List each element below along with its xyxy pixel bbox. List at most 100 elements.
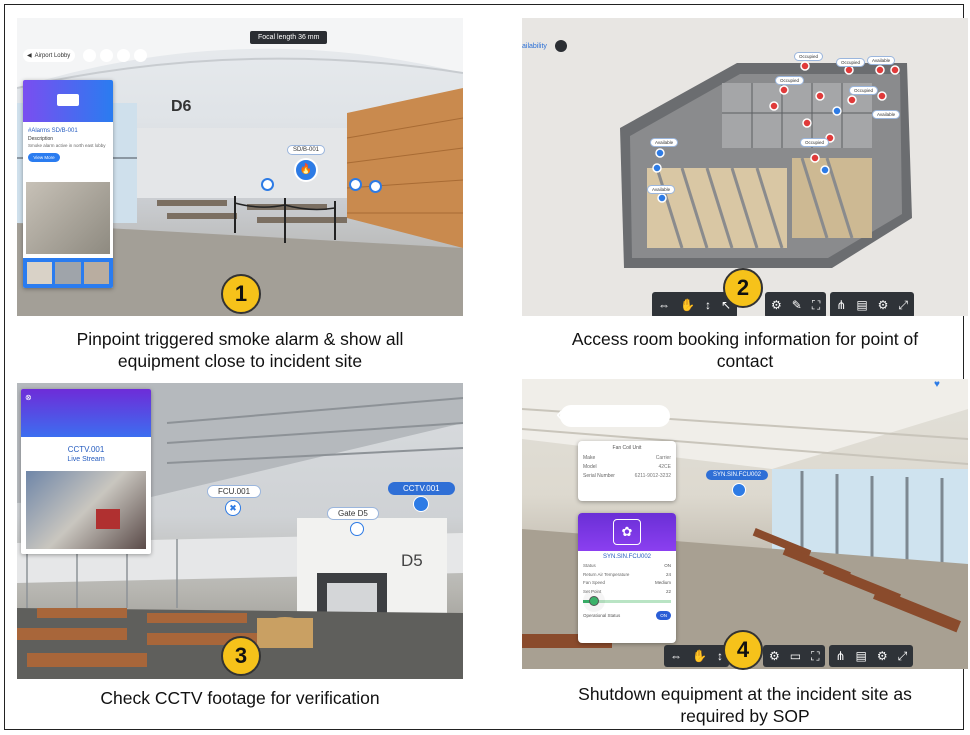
room-tag[interactable]: Available bbox=[872, 110, 901, 119]
caption-2: Access room booking information for poin… bbox=[571, 329, 919, 371]
info-row: Set Point 22 bbox=[583, 588, 671, 597]
properties-icon[interactable]: ▤ bbox=[856, 649, 867, 663]
view-toggle-buttons[interactable] bbox=[83, 49, 147, 62]
location-pin-icon[interactable] bbox=[350, 522, 364, 536]
panel-1-screenshot: ◀ Airport Lobby Focal length 36 mm D6 SD… bbox=[17, 18, 463, 316]
info-value: Carrier bbox=[655, 455, 671, 461]
room-tag[interactable]: Available bbox=[867, 56, 896, 65]
info-row: Make Carrier bbox=[583, 454, 671, 463]
info-value: ON bbox=[664, 563, 671, 568]
camera-icon[interactable] bbox=[413, 496, 429, 512]
back-button[interactable]: ‹ bbox=[556, 401, 670, 427]
fan-icon[interactable]: ✖ bbox=[225, 500, 241, 516]
section-icon[interactable]: ⛶ bbox=[812, 298, 820, 313]
move-icon[interactable]: ↕ bbox=[705, 298, 711, 312]
room-tag[interactable]: Occupied bbox=[800, 138, 830, 147]
info-key: Model bbox=[583, 464, 597, 470]
step-badge-2: 2 bbox=[723, 268, 763, 308]
info-value: 6211-9012-3232 bbox=[634, 473, 671, 479]
fan-coil-unit-card: Fan Coil Unit Make Carrier Model 42CE Serial… bbox=[578, 441, 676, 501]
slider-handle[interactable] bbox=[589, 596, 599, 606]
power-toggle[interactable]: ON bbox=[656, 611, 671, 620]
rotate-icon[interactable] bbox=[117, 49, 130, 62]
operational-status-label: Operational Status bbox=[583, 613, 621, 618]
pin-icon[interactable] bbox=[100, 49, 113, 62]
info-key: Make bbox=[583, 455, 596, 461]
measure-icon[interactable]: ✎ bbox=[792, 298, 802, 312]
live-stream-video bbox=[26, 471, 146, 549]
step-badge-3: 3 bbox=[221, 636, 261, 676]
panel-4-screenshot: ‹ ♥ Fan Coil Unit Make Carrier Model 42CE Se… bbox=[522, 379, 968, 669]
fcu-pin-tag[interactable]: SYN.SIN.FCU002 bbox=[706, 470, 769, 480]
cctv-tag[interactable]: CCTV.001 bbox=[388, 482, 455, 495]
fcu-control-card: ✿ SYN.SIN.FCU002 Status ON Return Air Temp… bbox=[578, 513, 676, 643]
room-tag[interactable]: Occupied bbox=[794, 52, 824, 61]
thumbnail[interactable] bbox=[55, 262, 81, 284]
room-tag[interactable]: Occupied bbox=[849, 86, 879, 95]
room-tag[interactable]: Available bbox=[647, 185, 676, 194]
explode-icon[interactable]: ⚙ bbox=[771, 298, 782, 312]
info-row: Model 42CE bbox=[583, 463, 671, 472]
fire-icon: 🔥 bbox=[294, 158, 318, 182]
fan-speed-slider[interactable] bbox=[583, 596, 671, 606]
gate-tag[interactable]: Gate D5 bbox=[327, 507, 379, 520]
pan-icon[interactable]: ✋ bbox=[680, 298, 695, 312]
info-row: Serial Number 6211-9012-3232 bbox=[583, 472, 671, 481]
card-title: #Alarms SD/B-001 bbox=[28, 128, 78, 134]
close-icon[interactable]: ⊗ bbox=[25, 393, 32, 402]
thumbnail-strip bbox=[23, 258, 113, 288]
settings-icon[interactable]: ⚙ bbox=[878, 298, 889, 312]
viewer-toolbar: ⇔ ✋ ↕ ⚙ ▭ ⛶ ⋔ ▤ ⚙ ⤢ bbox=[664, 645, 914, 667]
orbit-icon[interactable]: ⇔ bbox=[670, 649, 682, 663]
settings-icon[interactable]: ⚙ bbox=[877, 649, 888, 663]
step-badge-1: 1 bbox=[221, 274, 261, 314]
caption-3: Check CCTV footage for verification bbox=[100, 688, 380, 708]
room-tag[interactable]: Occupied bbox=[775, 76, 805, 85]
info-value: 42CE bbox=[658, 464, 671, 470]
orbit-icon[interactable]: ⇔ bbox=[658, 298, 670, 312]
alarm-detail-card: #Alarms SD/B-001 Description Smoke alarm… bbox=[23, 80, 113, 288]
equipment-pin[interactable] bbox=[261, 178, 274, 191]
fcu-tag[interactable]: FCU.001 bbox=[207, 485, 262, 498]
fullscreen-icon[interactable]: ⤢ bbox=[898, 649, 908, 664]
gate-sign: D5 bbox=[401, 551, 423, 570]
equipment-pin[interactable] bbox=[369, 180, 382, 193]
layers-icon[interactable] bbox=[83, 49, 96, 62]
panel-3-screenshot: D5 FCU.001 ✖ Gate D5 CCTV.001 ⊗ CCTV.001… bbox=[17, 383, 463, 679]
info-key: Status bbox=[583, 563, 596, 568]
fullscreen-icon[interactable]: ⤢ bbox=[898, 298, 908, 313]
settings-icon[interactable] bbox=[134, 49, 147, 62]
thumbnail[interactable] bbox=[27, 262, 53, 284]
smoke-detector-icon bbox=[57, 94, 79, 106]
info-key: Set Point bbox=[583, 588, 602, 594]
back-button[interactable]: ◀ Airport Lobby bbox=[23, 49, 75, 62]
info-key: Fan Speed bbox=[583, 580, 606, 585]
view-more-button[interactable]: View More bbox=[28, 153, 60, 162]
info-row: Return Air Temperature 24 bbox=[583, 571, 671, 580]
step-badge-4: 4 bbox=[723, 630, 763, 670]
focal-length-readout: Focal length 36 mm bbox=[250, 31, 328, 44]
camera-preview bbox=[26, 182, 110, 254]
fcu-pin-icon[interactable] bbox=[732, 483, 746, 497]
equipment-pin[interactable] bbox=[349, 178, 362, 191]
section-icon[interactable]: ▭ bbox=[790, 649, 801, 663]
fan-icon: ✿ bbox=[613, 519, 641, 545]
favorite-icon[interactable]: ♥ bbox=[934, 379, 940, 390]
room-tag[interactable]: Occupied bbox=[836, 58, 866, 67]
info-row: Status ON bbox=[583, 562, 671, 571]
smoke-alarm-pin[interactable]: SD/B-001 🔥 bbox=[287, 145, 326, 182]
cctv-stream-card: ⊗ CCTV.001 Live Stream bbox=[21, 389, 151, 554]
properties-icon[interactable]: ▤ bbox=[856, 298, 867, 312]
explode-icon[interactable]: ⚙ bbox=[769, 649, 780, 663]
back-arrow-icon: ◀ bbox=[27, 53, 32, 59]
room-tag[interactable]: Available bbox=[650, 138, 679, 147]
info-key: Return Air Temperature bbox=[583, 571, 630, 577]
pan-icon[interactable]: ✋ bbox=[692, 649, 707, 663]
smoke-alarm-tag: SD/B-001 bbox=[287, 145, 326, 155]
model-tree-icon[interactable]: ⋔ bbox=[836, 298, 846, 312]
info-value: 24 bbox=[665, 571, 671, 577]
thumbnail[interactable] bbox=[83, 262, 109, 284]
caption-4: Shutdown equipment at the incident site … bbox=[578, 684, 912, 726]
model-tree-icon[interactable]: ⋔ bbox=[835, 649, 845, 663]
measure-icon[interactable]: ⛶ bbox=[811, 649, 819, 664]
